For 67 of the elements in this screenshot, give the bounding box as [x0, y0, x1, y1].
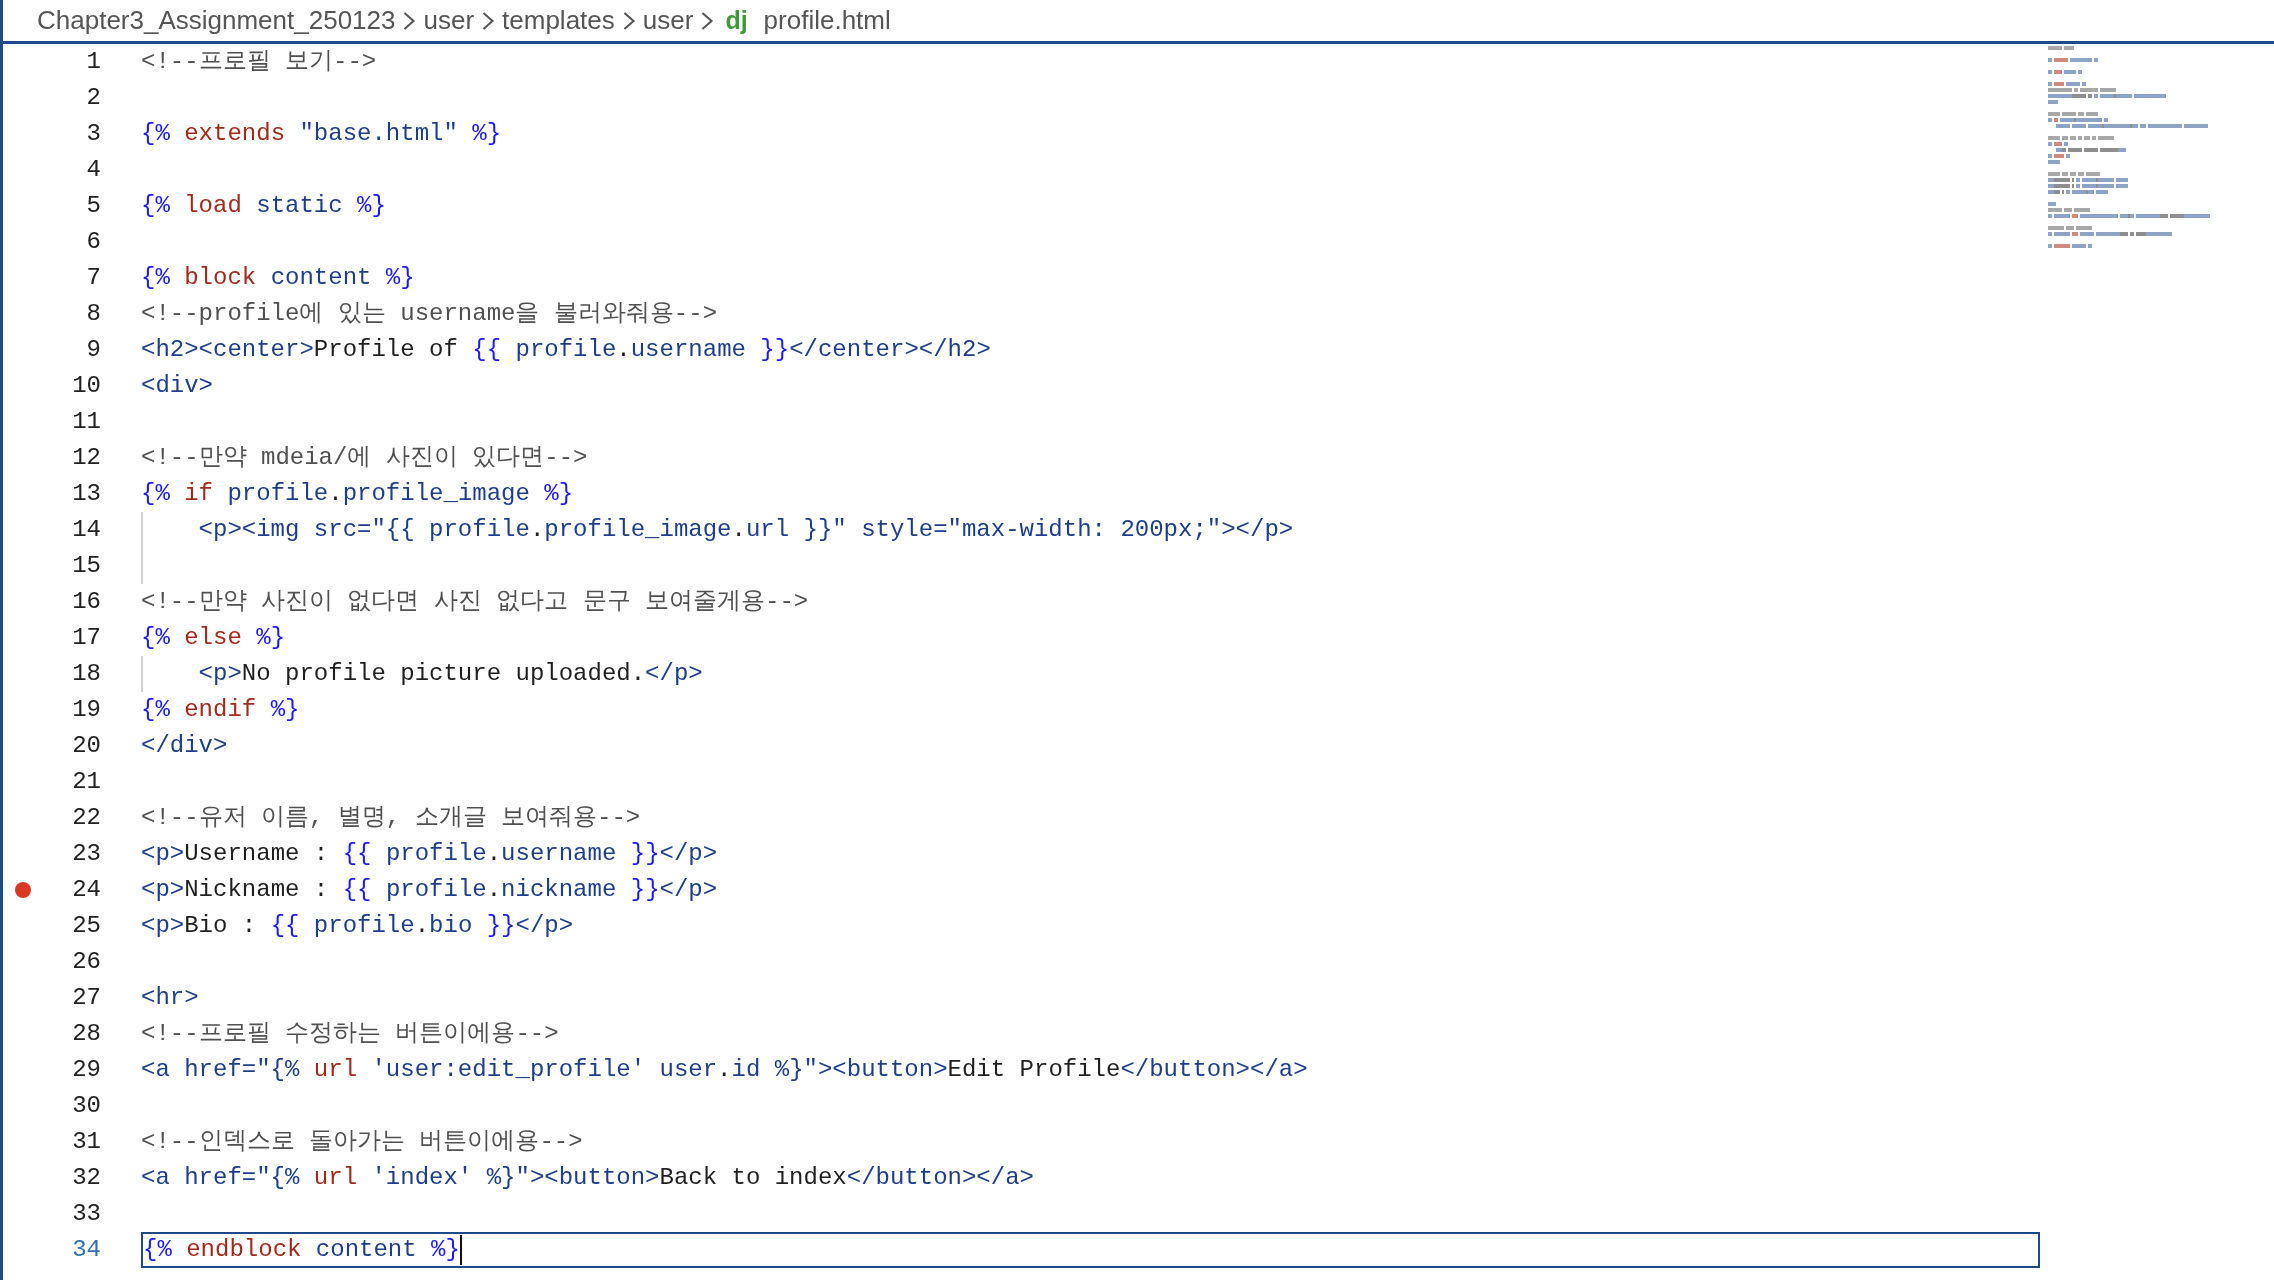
line-number: 34: [71, 1235, 101, 1265]
code-line: <!--인덱스로 돌아가는 버튼이에용-->: [141, 1127, 583, 1157]
code-line: <hr>: [141, 983, 199, 1013]
line-number: 13: [71, 479, 101, 509]
line-number: 29: [71, 1055, 101, 1085]
line-number: 32: [71, 1163, 101, 1193]
code-line: <p>Username : {{ profile.username }}</p>: [141, 839, 718, 869]
code-line: <p>Nickname : {{ profile.nickname }}</p>: [141, 875, 718, 905]
line-number: 19: [71, 695, 101, 725]
code-line: <div>: [141, 371, 213, 401]
line-number: 26: [71, 947, 101, 977]
code-line: <a href="{% url 'user:edit_profile' user.id %}"><button>Edit Profile</button></a>: [141, 1055, 1308, 1085]
line-number: 27: [71, 983, 101, 1013]
line-number: 22: [71, 803, 101, 833]
code-line: <p><img src="{{ profile.profile_image.url }}" style="max-width: 200px;"></p>: [197, 515, 1294, 545]
code-line: {% if profile.profile_image %}: [141, 479, 574, 509]
line-number: 20: [71, 731, 101, 761]
breadcrumb-item[interactable]: user: [642, 1, 694, 40]
line-number: 31: [71, 1127, 101, 1157]
code-line: {% extends "base.html" %}: [141, 119, 502, 149]
line-number: 17: [71, 623, 101, 653]
line-number: 21: [71, 767, 101, 797]
line-number: 14: [71, 515, 101, 545]
code-line: {% endif %}: [141, 695, 300, 725]
breadcrumb-item[interactable]: templates: [502, 1, 615, 40]
code-line: {% load static %}: [141, 191, 386, 221]
code-line: <!--프로필 보기-->: [141, 47, 377, 77]
code-line: <a href="{% url 'index' %}"><button>Back to index</button></a>: [141, 1163, 1034, 1193]
line-number: 9: [85, 335, 101, 365]
line-number: 4: [85, 155, 101, 185]
breadcrumb-file[interactable]: profile.html: [763, 1, 891, 40]
code-line: <p>Bio : {{ profile.bio }}</p>: [141, 911, 574, 941]
code-line: <!--프로필 수정하는 버튼이에용-->: [141, 1019, 559, 1049]
breakpoint-icon[interactable]: [15, 882, 31, 898]
code-line: {% else %}: [141, 623, 286, 653]
code-line: <!--만약 사진이 없다면 사진 없다고 문구 보여줄게용-->: [141, 587, 809, 617]
code-line: {% endblock content %}: [143, 1235, 460, 1265]
code-line: <h2><center>Profile of {{ profile.username }}</center></h2>: [141, 335, 991, 365]
line-number: 12: [71, 443, 101, 473]
code-line: <!--만약 mdeia/에 사진이 있다면-->: [141, 443, 588, 473]
code-line: </div>: [141, 731, 228, 761]
line-number: 11: [71, 407, 101, 437]
text-cursor: [459, 1235, 462, 1265]
line-number: 1: [85, 47, 101, 77]
line-number: 3: [85, 119, 101, 149]
breadcrumb-item[interactable]: user: [423, 1, 475, 40]
code-line: <!--유저 이름, 별명, 소개글 보여줘용-->: [141, 803, 641, 833]
line-number: 25: [71, 911, 101, 941]
line-number: 6: [85, 227, 101, 257]
line-number: 24: [71, 875, 101, 905]
line-number: 5: [85, 191, 101, 221]
line-number: 23: [71, 839, 101, 869]
line-number: 8: [85, 299, 101, 329]
line-number: 18: [71, 659, 101, 689]
line-number: 2: [85, 83, 101, 113]
line-number: 28: [71, 1019, 101, 1049]
line-number: 15: [71, 551, 101, 581]
line-number: 10: [71, 371, 101, 401]
code-line: <p>No profile picture uploaded.</p>: [197, 659, 703, 689]
code-line: {% block content %}: [141, 263, 415, 293]
breadcrumb-item[interactable]: Chapter3_Assignment_250123: [37, 1, 396, 40]
line-number: 7: [85, 263, 101, 293]
file-type-icon: dj: [725, 1, 748, 40]
code-line: <!--profile에 있는 username을 불러와줘용-->: [141, 299, 718, 329]
line-number: 16: [71, 587, 101, 617]
line-number: 33: [71, 1199, 101, 1229]
line-number: 30: [71, 1091, 101, 1121]
